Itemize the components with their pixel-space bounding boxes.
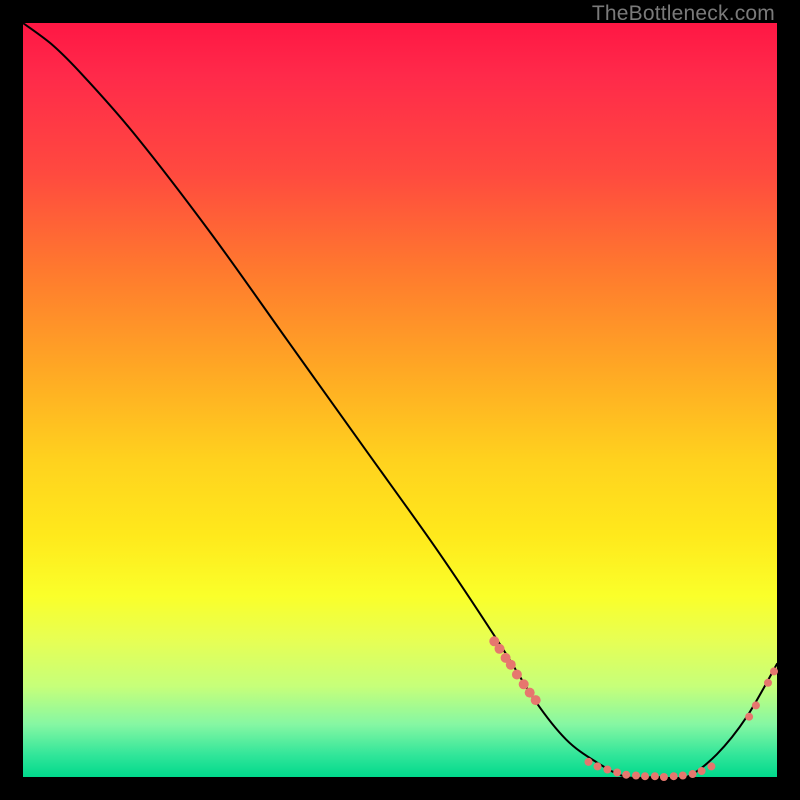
- highlight-dot: [752, 701, 760, 709]
- highlight-dot: [632, 772, 640, 780]
- highlight-dot: [613, 769, 621, 777]
- highlight-dot: [495, 644, 505, 654]
- highlight-dot: [707, 762, 715, 770]
- highlight-dot: [770, 667, 778, 675]
- highlight-dot: [745, 713, 753, 721]
- highlight-dot: [594, 762, 602, 770]
- highlight-dot: [698, 767, 706, 775]
- highlight-dot: [531, 695, 541, 705]
- highlight-dots: [489, 636, 778, 781]
- highlight-dot: [585, 758, 593, 766]
- highlight-dot: [622, 771, 630, 779]
- bottleneck-curve: [23, 23, 777, 779]
- highlight-dot: [670, 772, 678, 780]
- highlight-dot: [641, 772, 649, 780]
- highlight-dot: [651, 772, 659, 780]
- highlight-dot: [512, 670, 522, 680]
- highlight-dot: [506, 660, 516, 670]
- highlight-dot: [679, 772, 687, 780]
- chart-overlay: [23, 23, 777, 777]
- highlight-dot: [660, 773, 668, 781]
- highlight-dot: [519, 679, 529, 689]
- highlight-dot: [764, 679, 772, 687]
- chart-frame: TheBottleneck.com: [0, 0, 800, 800]
- highlight-dot: [689, 770, 697, 778]
- highlight-dot: [603, 766, 611, 774]
